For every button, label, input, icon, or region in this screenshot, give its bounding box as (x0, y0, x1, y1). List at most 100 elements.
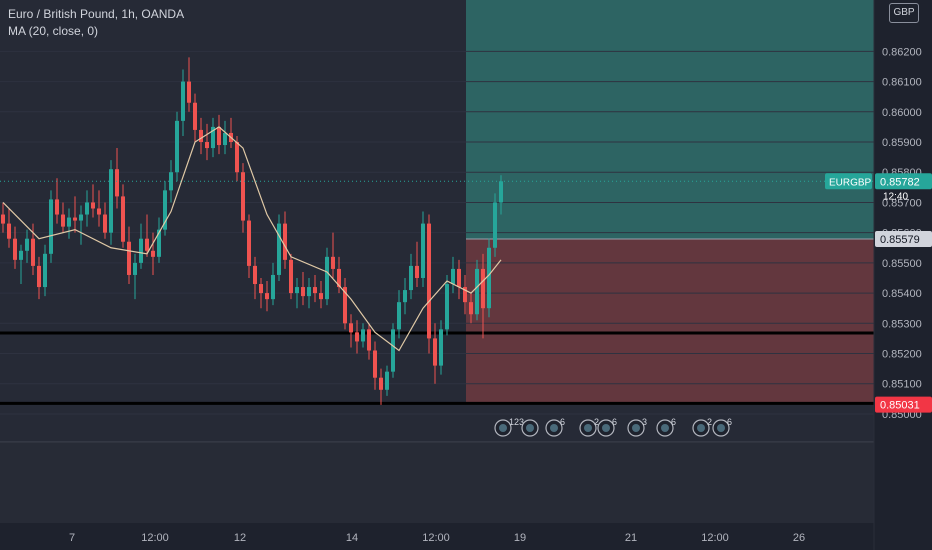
x-tick-label: 12 (234, 532, 246, 544)
candle-body (331, 256, 335, 269)
candle-body (115, 169, 119, 197)
event-count: 3 (642, 417, 647, 427)
candle-body (31, 238, 35, 266)
x-tick-label: 21 (625, 532, 637, 544)
stop-price-tag-value: 0.85031 (880, 400, 920, 412)
countdown-label: 12:40 (883, 191, 908, 202)
candle-body (13, 238, 17, 260)
last-price-tag-value: 0.85782 (880, 176, 920, 188)
candle-body (421, 223, 425, 278)
candle-body (247, 220, 251, 266)
candle-body (61, 214, 65, 227)
symbol-title[interactable]: Euro / British Pound, 1h, OANDA (8, 6, 184, 23)
last-price-tag: 0.85782 (875, 173, 932, 190)
x-tick-label: 7 (69, 532, 75, 544)
x-tick-label: 12:00 (422, 532, 450, 544)
y-tick-label: 0.85900 (882, 137, 922, 149)
loss-zone (466, 239, 874, 405)
event-dot (526, 424, 534, 432)
candle-body (79, 214, 83, 221)
candle-body (175, 120, 179, 173)
candle-body (67, 217, 71, 227)
candle-body (235, 142, 239, 173)
candle-body (295, 287, 299, 294)
candle-body (121, 196, 125, 242)
chart-panel[interactable]: 1236263626 75.0050.0025.00 712:00121412:… (0, 0, 932, 550)
candle-body (127, 241, 131, 275)
event-dot (584, 424, 592, 432)
candle-body (301, 287, 305, 297)
candle-body (373, 350, 377, 378)
entry-price-tag-value: 0.85579 (880, 234, 920, 246)
y-tick-label: 0.86100 (882, 77, 922, 89)
candle-body (367, 329, 371, 351)
candle (109, 160, 113, 245)
candle-body (265, 293, 269, 300)
entry-price-tag: 0.85579 (875, 231, 932, 248)
y-tick-label: 0.85100 (882, 379, 922, 391)
candle-body (85, 202, 89, 215)
candle-body (217, 126, 221, 146)
candle-body (25, 238, 29, 251)
candle-body (259, 284, 263, 294)
ma-indicator-label[interactable]: MA (20, close, 0) (8, 23, 184, 40)
x-tick-label: 19 (514, 532, 526, 544)
candle-body (385, 371, 389, 390)
candle-body (205, 142, 209, 149)
candle-body (403, 290, 407, 303)
candle-body (7, 223, 11, 239)
candle-body (451, 268, 455, 285)
candle-body (391, 329, 395, 372)
candle-body (223, 132, 227, 146)
event-dot (661, 424, 669, 432)
candle-body (151, 250, 155, 257)
candle-body (379, 377, 383, 390)
candle-body (397, 302, 401, 330)
candle (175, 111, 179, 182)
y-tick-label: 0.85400 (882, 288, 922, 300)
candle-body (415, 265, 419, 278)
candle-body (55, 199, 59, 215)
candle-body (1, 214, 5, 224)
candle-body (445, 284, 449, 330)
event-count: 2 (707, 417, 712, 427)
x-tick-label: 12:00 (141, 532, 169, 544)
indicator-pane (0, 443, 874, 523)
x-tick-label: 14 (346, 532, 358, 544)
candle-body (439, 329, 443, 366)
candle-body (145, 238, 149, 251)
candle (493, 193, 497, 257)
candle-body (487, 247, 491, 309)
candle (289, 253, 293, 300)
candle-body (187, 81, 191, 103)
candle-body (133, 262, 137, 275)
candle-body (109, 169, 113, 233)
candle-body (427, 223, 431, 339)
candle (475, 259, 479, 321)
candle-body (277, 223, 281, 275)
event-count: 6 (560, 417, 565, 427)
candle (391, 323, 395, 378)
chart-legend: Euro / British Pound, 1h, OANDA MA (20, … (8, 6, 184, 40)
candle (49, 190, 53, 263)
candle-body (313, 287, 317, 294)
candle-body (325, 256, 329, 300)
x-tick-label: 12:00 (701, 532, 729, 544)
candle-body (319, 293, 323, 300)
y-tick-label: 0.85300 (882, 318, 922, 330)
y-tick-label: 0.86000 (882, 107, 922, 119)
candle-body (481, 268, 485, 309)
candle-body (49, 199, 53, 254)
event-count: 6 (727, 417, 732, 427)
event-dot (697, 424, 705, 432)
candle (277, 214, 281, 282)
currency-badge[interactable]: GBP (889, 3, 919, 23)
x-tick-label: 26 (793, 532, 805, 544)
candle-body (43, 253, 47, 288)
candle-body (73, 217, 77, 221)
event-dot (717, 424, 725, 432)
y-tick-label: 0.86200 (882, 46, 922, 58)
candle-body (139, 238, 143, 263)
symbol-tag-label: EURGBP (829, 177, 872, 188)
event-dot (550, 424, 558, 432)
